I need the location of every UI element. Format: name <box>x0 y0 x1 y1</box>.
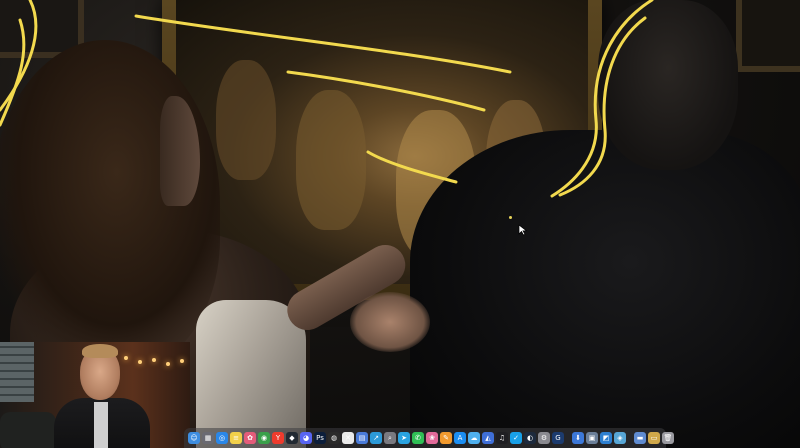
analytics-icon[interactable]: ◭ <box>482 432 494 444</box>
yandex-icon[interactable]: Y <box>272 432 284 444</box>
photoshop-icon[interactable]: Ps <box>314 432 326 444</box>
vpn-icon[interactable]: ↗ <box>370 432 382 444</box>
screenshot-icon[interactable]: ▣ <box>586 432 598 444</box>
pages-icon[interactable]: ✎ <box>440 432 452 444</box>
music-icon[interactable]: ♫ <box>496 432 508 444</box>
obs-icon[interactable]: ◍ <box>328 432 340 444</box>
ink-stroke <box>366 150 458 184</box>
photos-icon[interactable]: ✿ <box>244 432 256 444</box>
presenter-hair <box>82 344 118 358</box>
notes-icon[interactable]: ≡ <box>230 432 242 444</box>
downloads-icon[interactable]: ⬇ <box>572 432 584 444</box>
safari-icon[interactable]: ◎ <box>216 432 228 444</box>
ink-stroke <box>134 14 512 74</box>
ink-stroke <box>550 0 654 198</box>
discord-icon[interactable]: ◕ <box>300 432 312 444</box>
ink-stroke <box>286 70 486 112</box>
image-icon[interactable]: ◩ <box>600 432 612 444</box>
whatsapp-icon[interactable]: ✆ <box>412 432 424 444</box>
files-icon[interactable]: ▤ <box>356 432 368 444</box>
cloud-icon[interactable]: ☁ <box>468 432 480 444</box>
glass-shelf <box>0 342 34 402</box>
trash-icon[interactable]: 🗑 <box>662 432 674 444</box>
checkmark-icon[interactable]: ✓ <box>510 432 522 444</box>
macos-dock: ☺ ▦ ◎ ≡ ✿ ◉ Y ◆ ◕ Ps ◍ ✕ ▤ ↗ ⌕ ➤ ✆ ❀ ✎ A ☁ ◭ ♫ ✓ ◐ ⚙ G ⬇ ▣ ◩ ◈ ▬ ▭ 🗑 <box>184 428 674 448</box>
davinci-icon[interactable]: ◆ <box>286 432 298 444</box>
logitech-icon[interactable]: G <box>552 432 564 444</box>
ink-stroke <box>0 18 26 127</box>
search-icon[interactable]: ⌕ <box>384 432 396 444</box>
steam-icon[interactable]: ◐ <box>524 432 536 444</box>
chrome-icon[interactable]: ◉ <box>258 432 270 444</box>
doc-icon[interactable]: ▭ <box>648 432 660 444</box>
flowers-icon[interactable]: ❀ <box>426 432 438 444</box>
ink-stroke <box>558 16 647 197</box>
string-lights <box>120 350 190 390</box>
photo-canvas: ☺ ▦ ◎ ≡ ✿ ◉ Y ◆ ◕ Ps ◍ ✕ ▤ ↗ ⌕ ➤ ✆ ❀ ✎ A ☁ ◭ ♫ ✓ ◐ ⚙ G ⬇ ▣ ◩ ◈ ▬ ▭ 🗑 <box>0 0 800 448</box>
telegram-icon[interactable]: ➤ <box>398 432 410 444</box>
chair <box>0 412 56 448</box>
launchpad-icon[interactable]: ▦ <box>202 432 214 444</box>
presenter-shirt <box>94 402 108 448</box>
webcam-overlay <box>0 342 190 448</box>
mouse-cursor-icon <box>518 224 528 236</box>
ink-dot <box>509 216 512 219</box>
folder-icon[interactable]: ▬ <box>634 432 646 444</box>
preview-icon[interactable]: ◈ <box>614 432 626 444</box>
capcut-icon[interactable]: ✕ <box>342 432 354 444</box>
settings-icon[interactable]: ⚙ <box>538 432 550 444</box>
appstore-icon[interactable]: A <box>454 432 466 444</box>
ink-stroke <box>0 0 38 112</box>
finder-icon[interactable]: ☺ <box>188 432 200 444</box>
